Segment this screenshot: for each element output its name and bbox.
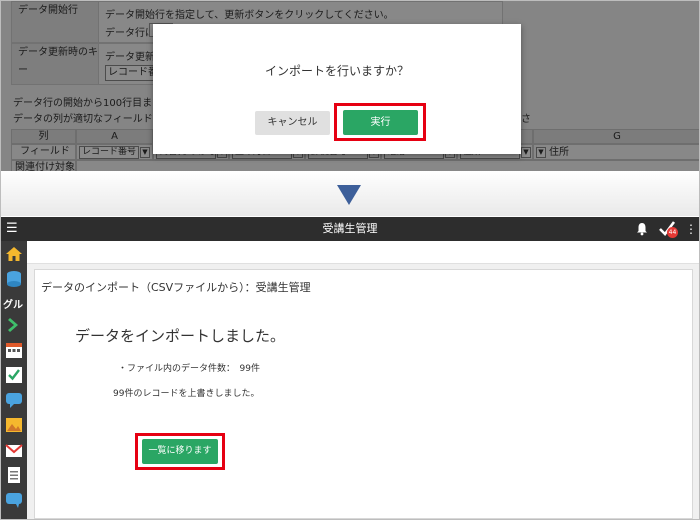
notification-badge: 44 [667, 227, 678, 238]
cancel-button[interactable]: キャンセル [255, 111, 330, 135]
chat-icon[interactable] [4, 390, 24, 410]
overwrite-result-line: 99件のレコードを上書きしました。 [113, 389, 260, 399]
run-button[interactable]: 実行 [343, 110, 418, 135]
app-title: 受講生管理 [322, 222, 378, 235]
chevron-right-icon[interactable] [4, 315, 24, 335]
comment-icon[interactable] [4, 490, 24, 510]
page-title: データのインポート（CSVファイルから）：受講生管理 [41, 281, 311, 294]
back-to-list-button[interactable]: 一覧に移ります [142, 439, 218, 464]
calendar-icon[interactable] [4, 340, 24, 360]
import-done-message: データをインポートしました。 [75, 327, 286, 345]
import-settings-section: データ開始行 データ開始行を指定して、更新ボタンをクリックしてください。 データ… [1, 1, 699, 171]
document-icon[interactable] [4, 465, 24, 485]
photo-icon[interactable] [4, 415, 24, 435]
result-panel: データのインポート（CSVファイルから）：受講生管理 データをインポートしました… [34, 269, 693, 519]
content-top-strip [27, 241, 699, 264]
dialog-message: インポートを行いますか？ [264, 64, 409, 78]
todo-icon[interactable] [4, 365, 24, 385]
mail-icon[interactable] [4, 440, 24, 460]
hamburger-icon[interactable]: ☰ [6, 222, 18, 236]
bell-icon[interactable] [636, 222, 648, 236]
sidebar-label-partial[interactable]: グル [3, 296, 27, 310]
confirm-dialog: インポートを行いますか？ キャンセル 実行 [153, 24, 521, 154]
down-arrow-icon [337, 185, 361, 205]
sidebar: グル [1, 241, 27, 519]
screenshot-frame: データ開始行 データ開始行を指定して、更新ボタンをクリックしてください。 データ… [0, 0, 700, 520]
record-count-line: ・ファイル内のデータ件数： 99件 [118, 364, 260, 374]
home-icon[interactable] [4, 244, 24, 264]
kebab-icon[interactable]: ⋮ [685, 221, 697, 237]
app-header: 受講生管理 ☰ 44 ⋮ [1, 217, 699, 241]
database-icon[interactable] [4, 269, 24, 289]
